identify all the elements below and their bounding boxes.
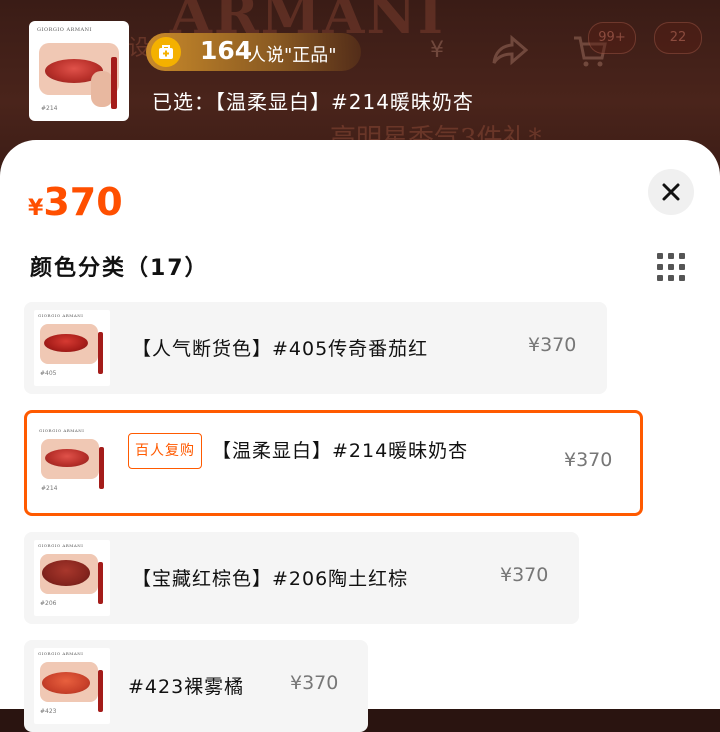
badge-count: 164 (200, 36, 253, 65)
thumbnail-shade: #214 (41, 105, 58, 112)
selected-product-thumbnail: GIORGIO ARMANI #214 (29, 21, 129, 121)
option-thumbnail-brand: GIORGIO ARMANI (38, 313, 84, 318)
grid-view-icon[interactable] (657, 253, 685, 281)
color-option-214-selected[interactable]: GIORGIO ARMANI #214 百人复购 【温柔显白】#214暖昧奶杏 ¥… (24, 410, 643, 516)
color-option-206[interactable]: GIORGIO ARMANI #206 【宝藏红棕色】#206陶土红棕 ¥370 (24, 532, 579, 624)
option-price: ¥370 (290, 672, 339, 694)
thumbnail-brand: GIORGIO ARMANI (37, 27, 92, 33)
authenticity-badge[interactable]: 164 人说"正品" (146, 33, 361, 71)
option-price: ¥370 (564, 449, 613, 471)
option-thumbnail-shade: #405 (40, 370, 57, 377)
option-thumbnail: GIORGIO ARMANI #423 (34, 648, 110, 724)
option-thumbnail-brand: GIORGIO ARMANI (38, 543, 84, 548)
background-text (370, 0, 379, 27)
sku-selection-sheet: ¥370 颜色分类（17） GIORGIO ARMANI #405 【人气断货色… (0, 140, 720, 732)
message-count-badge: 22 (654, 22, 702, 54)
currency-symbol: ¥ (28, 196, 44, 221)
option-thumbnail-brand: GIORGIO ARMANI (38, 651, 84, 656)
cart-count-badge: 99+ (588, 22, 636, 54)
close-button[interactable] (648, 169, 694, 215)
option-name: 【温柔显白】#214暖昧奶杏 (212, 440, 469, 462)
option-name-wrapper: 百人复购 【温柔显白】#214暖昧奶杏 (128, 433, 538, 469)
option-thumbnail-shade: #423 (40, 708, 57, 715)
price-value: 370 (43, 180, 123, 224)
repurchase-tag: 百人复购 (128, 433, 202, 469)
option-thumbnail-brand: GIORGIO ARMANI (39, 428, 85, 433)
option-price: ¥370 (500, 564, 549, 586)
shield-plus-icon (151, 37, 181, 67)
selected-variant-label: 已选：【温柔显白】#214暖昧奶杏 (152, 90, 474, 114)
option-thumbnail-shade: #206 (40, 600, 57, 607)
close-icon (662, 183, 680, 201)
badge-label: 人说"正品" (248, 45, 337, 66)
color-category-title: 颜色分类（17） (30, 256, 209, 281)
yen-icon: ¥ (430, 38, 444, 63)
option-price: ¥370 (528, 334, 577, 356)
share-icon[interactable] (492, 34, 529, 70)
option-thumbnail-shade: #214 (41, 485, 58, 492)
price-display: ¥370 (28, 180, 123, 224)
option-name: 【宝藏红棕色】#206陶土红棕 (132, 568, 409, 590)
option-thumbnail: GIORGIO ARMANI #214 (35, 425, 111, 501)
color-option-423[interactable]: GIORGIO ARMANI #423 #423裸雾橘 ¥370 (24, 640, 368, 732)
option-thumbnail: GIORGIO ARMANI #405 (34, 310, 110, 386)
option-thumbnail: GIORGIO ARMANI #206 (34, 540, 110, 616)
option-name: 【人气断货色】#405传奇番茄红 (132, 338, 429, 360)
color-option-405[interactable]: GIORGIO ARMANI #405 【人气断货色】#405传奇番茄红 ¥37… (24, 302, 607, 394)
option-name: #423裸雾橘 (128, 676, 245, 698)
